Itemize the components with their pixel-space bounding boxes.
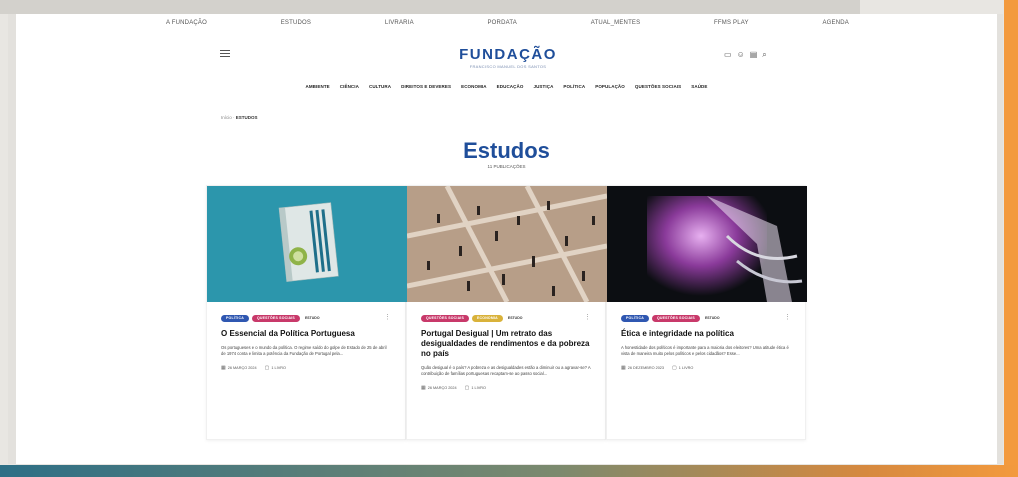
card-tags: POLÍTICA QUESTÕES SOCIAIS ESTUDO (221, 314, 391, 322)
card-body: QUESTÕES SOCIAIS ECONOMIA ESTUDO ⋮ Portu… (407, 302, 605, 391)
scales-photo-illustration (647, 196, 803, 302)
logo-subtitle: FRANCISCO MANUEL DOS SANTOS (469, 64, 547, 69)
search-icon[interactable]: ⌕ (762, 50, 766, 59)
calendar-icon: ▦ (421, 385, 426, 391)
share-icon[interactable]: ⋮ (584, 314, 591, 321)
content-type-label: ESTUDO (704, 316, 720, 320)
site-header: FUNDAÇÃO FRANCISCO MANUEL DOS SANTOS ▭ ☺… (16, 26, 997, 82)
study-card[interactable]: QUESTÕES SOCIAIS ECONOMIA ESTUDO ⋮ Portu… (406, 185, 607, 440)
tag-badge[interactable]: POLÍTICA (621, 314, 649, 322)
card-date: 26 MARÇO 2024 (427, 386, 457, 390)
card-title[interactable]: O Essencial da Política Portuguesa (221, 329, 391, 339)
card-meta: ▦ 26 DEZEMBRO 2023 ▢ 1 LIVRO (621, 365, 791, 371)
card-body: POLÍTICA QUESTÕES SOCIAIS ESTUDO ⋮ Ética… (607, 302, 805, 371)
menu-icon[interactable] (220, 50, 230, 57)
card-image-scales[interactable] (607, 186, 807, 302)
share-icon[interactable]: ⋮ (384, 314, 391, 321)
card-meta: ▦ 26 MARÇO 2024 ▢ 1 LIVRO (221, 365, 391, 371)
book-icon: ▢ (264, 365, 270, 371)
page-subtitle: 11 PUBLICAÇÕES (487, 164, 526, 169)
card-description: Quão desigual é o país? A pobreza e as d… (421, 365, 591, 376)
card-body: POLÍTICA QUESTÕES SOCIAIS ESTUDO ⋮ O Ess… (207, 302, 405, 371)
section-nav-item[interactable]: SAÚDE (691, 84, 707, 89)
book-icon: ▢ (672, 365, 677, 371)
book-cover-illustration (278, 202, 339, 282)
calendar-icon: ▦ (621, 365, 626, 371)
card-description: A honestidade dos políticos é importante… (621, 345, 789, 356)
card-format: 1 LIVRO (678, 366, 694, 370)
browser-top-bar (0, 0, 860, 14)
card-tags: POLÍTICA QUESTÕES SOCIAIS ESTUDO (621, 314, 791, 322)
breadcrumb: Início · ESTUDOS (221, 115, 258, 120)
section-nav-item[interactable]: AMBIENTE (305, 84, 329, 89)
section-nav-item[interactable]: DIREITOS E DEVERES (401, 84, 451, 89)
section-nav-item[interactable]: POPULAÇÃO (595, 84, 625, 89)
card-date: 26 DEZEMBRO 2023 (627, 366, 665, 370)
share-icon[interactable]: ⋮ (784, 314, 791, 321)
card-image-plaza-crowd[interactable] (407, 186, 607, 302)
language-icon[interactable]: ▭ (724, 50, 732, 59)
card-date: 26 MARÇO 2024 (227, 366, 257, 370)
breadcrumb-home[interactable]: Início (221, 115, 232, 120)
content-type-label: ESTUDO (507, 316, 523, 320)
user-icon[interactable]: ☺ (737, 50, 745, 59)
content-type-label: ESTUDO (304, 316, 320, 320)
card-image-book-cover[interactable] (207, 186, 407, 302)
section-nav-item[interactable]: JUSTIÇA (533, 84, 553, 89)
section-nav: AMBIENTE CIÊNCIA CULTURA DIREITOS E DEVE… (16, 84, 997, 89)
decorative-bottom-stripe (0, 465, 1018, 477)
section-nav-item[interactable]: POLÍTICA (563, 84, 585, 89)
cart-icon[interactable]: ▤ (750, 50, 758, 59)
section-nav-item[interactable]: ECONOMIA (461, 84, 487, 89)
study-card[interactable]: POLÍTICA QUESTÕES SOCIAIS ESTUDO ⋮ O Ess… (206, 185, 407, 440)
header-icons: ▭ ☺ ▤ ⌕ (724, 50, 767, 59)
top-nav: A FUNDAÇÃO ESTUDOS LIVRARIA PORDATA ATUA… (16, 14, 997, 26)
section-nav-item[interactable]: CIÊNCIA (340, 84, 359, 89)
page-title: Estudos (463, 138, 550, 163)
tag-badge[interactable]: QUESTÕES SOCIAIS (251, 314, 300, 322)
breadcrumb-current: ESTUDOS (235, 115, 258, 120)
card-title[interactable]: Portugal Desigual | Um retrato das desig… (421, 329, 591, 359)
tag-badge[interactable]: QUESTÕES SOCIAIS (651, 314, 700, 322)
card-meta: ▦ 26 MARÇO 2024 ▢ 1 LIVRO (421, 385, 591, 391)
card-title[interactable]: Ética e integridade na política (621, 329, 791, 339)
card-format: 1 LIVRO (471, 386, 486, 390)
card-format: 1 LIVRO (271, 366, 286, 370)
tag-badge[interactable]: QUESTÕES SOCIAIS (421, 314, 470, 322)
card-tags: QUESTÕES SOCIAIS ECONOMIA ESTUDO (421, 314, 591, 322)
study-card-list: POLÍTICA QUESTÕES SOCIAIS ESTUDO ⋮ O Ess… (206, 185, 807, 440)
card-description: Os portugueses e o mundo da política. O … (221, 345, 387, 356)
study-card[interactable]: POLÍTICA QUESTÕES SOCIAIS ESTUDO ⋮ Ética… (606, 185, 807, 440)
logo-wordmark: FUNDAÇÃO (459, 46, 557, 63)
web-page: A FUNDAÇÃO ESTUDOS LIVRARIA PORDATA ATUA… (8, 14, 1003, 464)
site-logo[interactable]: FUNDAÇÃO FRANCISCO MANUEL DOS SANTOS (458, 46, 558, 69)
decorative-orange-edge (1004, 0, 1018, 477)
calendar-icon: ▦ (221, 365, 226, 371)
section-nav-item[interactable]: EDUCAÇÃO (497, 84, 524, 89)
plaza-photo-illustration (407, 186, 607, 302)
tag-badge[interactable]: ECONOMIA (472, 314, 503, 322)
section-nav-item[interactable]: QUESTÕES SOCIAIS (635, 84, 681, 89)
book-icon: ▢ (464, 385, 470, 391)
tag-badge[interactable]: POLÍTICA (221, 314, 249, 322)
section-nav-item[interactable]: CULTURA (369, 84, 391, 89)
